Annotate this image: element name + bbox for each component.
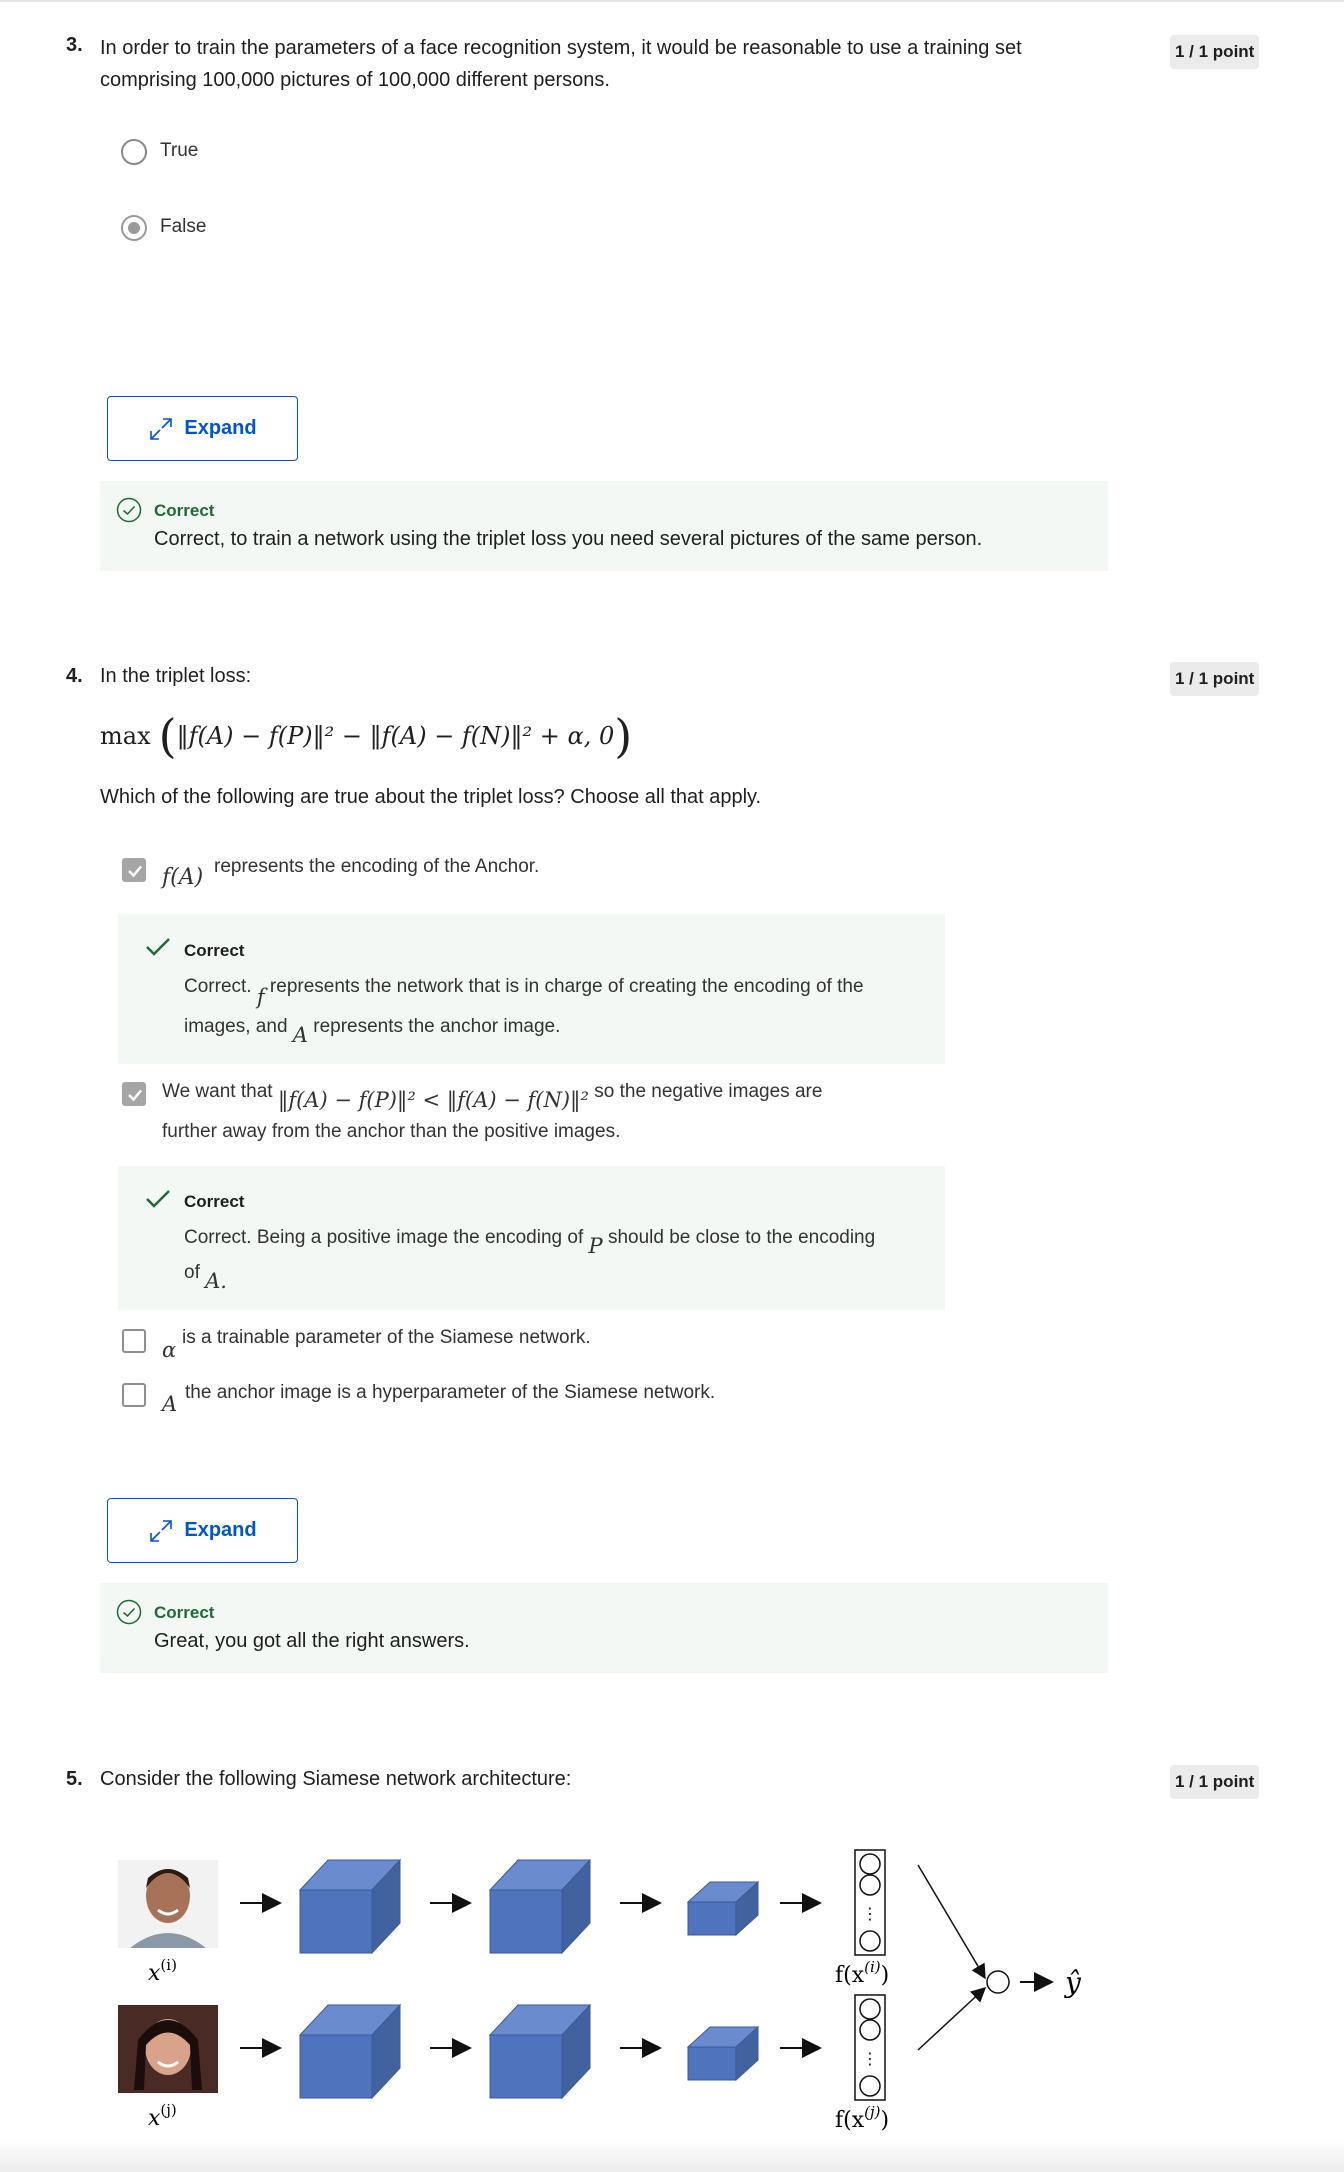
radio-false[interactable] bbox=[121, 215, 147, 241]
choice-math: f(A) bbox=[162, 865, 204, 890]
face-photo-input-j bbox=[118, 2005, 218, 2093]
connection-line bbox=[917, 1864, 986, 1980]
conv-layer-cube bbox=[686, 1880, 760, 1937]
feedback-title: Correct bbox=[154, 501, 215, 520]
checkbox-choice-1[interactable] bbox=[122, 858, 146, 882]
feedback-panel bbox=[100, 1583, 1108, 1673]
question-instruction: Which of the following are true about th… bbox=[100, 786, 762, 808]
choice-feedback-math-P: P bbox=[588, 1234, 603, 1258]
connection-line bbox=[917, 1986, 987, 2051]
checkmark-icon bbox=[128, 1089, 142, 1102]
choice-feedback-text: Correct. f represents the network that i… bbox=[184, 964, 864, 1009]
choice-feedback-text-mid: represents the network that is in charge… bbox=[269, 976, 864, 997]
choice-feedback-text-line2: of A. bbox=[184, 1250, 227, 1294]
formula-paren-left: ( bbox=[158, 709, 177, 763]
bottom-fade bbox=[0, 2140, 1344, 2172]
question-text-line: comprising 100,000 pictures of 100,000 d… bbox=[100, 69, 610, 91]
choice-feedback-title: Correct bbox=[184, 1192, 245, 1211]
output-label: ŷ bbox=[1063, 1966, 1082, 1999]
input-label-j: x(j) bbox=[148, 2101, 177, 2131]
feedback-text: Great, you got all the right answers. bbox=[154, 1630, 470, 1652]
choice-feedback-text: Correct. Being a positive image the enco… bbox=[184, 1215, 875, 1259]
choice-feedback-text-of: of bbox=[184, 1262, 200, 1283]
formula-body: ‖f(A) − f(P)‖² − ‖f(A) − f(N)‖² + α, 0 bbox=[176, 722, 615, 750]
feedback-panel bbox=[100, 481, 1108, 571]
expand-button[interactable]: Expand bbox=[107, 1498, 298, 1563]
choice-feedback-text-line2: images, and A represents the anchor imag… bbox=[184, 1004, 560, 1048]
formula-max: max bbox=[100, 722, 151, 750]
choice-text-post: so the negative images are bbox=[594, 1081, 823, 1102]
choice-feedback-text-b: represents the anchor image. bbox=[313, 1016, 561, 1037]
choice-feedback-math-A: A. bbox=[205, 1269, 227, 1293]
encoding-label-i: f(x(i)) bbox=[835, 1958, 889, 1988]
question-text-line: In order to train the parameters of a fa… bbox=[100, 37, 1022, 59]
svg-text:⋮: ⋮ bbox=[862, 1904, 878, 1923]
choice-feedback-text-post: should be close to the encoding bbox=[607, 1227, 876, 1248]
choice-text: represents the encoding of the Anchor. bbox=[214, 856, 540, 877]
option-label: False bbox=[160, 216, 207, 237]
choice-feedback-text-a: images, and bbox=[184, 1016, 288, 1037]
question-number: 4. bbox=[66, 665, 83, 687]
feedback-title: Correct bbox=[154, 1603, 215, 1622]
choice-text-pre: We want that bbox=[162, 1081, 273, 1102]
choice-text-line2: further away from the anchor than the po… bbox=[162, 1121, 621, 1142]
conv-layer-cube bbox=[298, 1858, 402, 1955]
input-label-i: x(i) bbox=[148, 1956, 177, 1986]
choice-text: We want that ‖f(A) − f(P)‖² < ‖f(A) − f(… bbox=[162, 1076, 823, 1112]
choice-feedback-title: Correct bbox=[184, 941, 245, 960]
encoding-vector-j: ⋮ bbox=[854, 1994, 886, 2101]
checkmark-icon bbox=[128, 865, 142, 878]
choice-feedback-math-A: A bbox=[292, 1023, 308, 1047]
conv-layer-cube bbox=[686, 2025, 760, 2082]
score-badge: 1 / 1 point bbox=[1170, 1765, 1260, 1799]
check-icon bbox=[146, 938, 170, 956]
checkbox-choice-3[interactable] bbox=[122, 1329, 146, 1353]
score-badge: 1 / 1 point bbox=[1170, 35, 1260, 69]
choice-feedback-text-pre: Correct. bbox=[184, 976, 252, 997]
choice-text: is a trainable parameter of the Siamese … bbox=[182, 1327, 591, 1348]
expand-label: Expand bbox=[184, 417, 257, 439]
radio-true[interactable] bbox=[121, 139, 147, 165]
checkbox-choice-2[interactable] bbox=[122, 1082, 146, 1106]
choice-feedback-text-pre: Correct. Being a positive image the enco… bbox=[184, 1227, 584, 1248]
output-node bbox=[986, 1970, 1010, 1994]
question-text: In order to train the parameters of a fa… bbox=[100, 32, 1022, 96]
siamese-network-diagram: x(i) x(j) ⋮ ⋮ f(x(i)) f(x(j)) ŷ bbox=[118, 1849, 1082, 2133]
expand-button[interactable]: Expand bbox=[107, 396, 298, 461]
question-number: 5. bbox=[66, 1768, 83, 1790]
formula-paren-right: ) bbox=[614, 709, 633, 763]
question-number: 3. bbox=[66, 34, 83, 56]
score-badge: 1 / 1 point bbox=[1170, 662, 1260, 696]
conv-layer-cube bbox=[488, 1858, 592, 1955]
choice-math: ‖f(A) − f(P)‖² < ‖f(A) − f(N)‖² bbox=[277, 1088, 589, 1112]
encoding-label-j: f(x(j)) bbox=[835, 2103, 889, 2133]
check-circle-icon bbox=[116, 497, 142, 523]
expand-arrows-icon bbox=[150, 417, 173, 440]
expand-arrows-icon bbox=[150, 1519, 173, 1542]
question-text: Consider the following Siamese network a… bbox=[100, 1768, 572, 1790]
conv-layer-cube bbox=[488, 2003, 592, 2100]
option-label: True bbox=[160, 140, 199, 161]
encoding-vector-i: ⋮ bbox=[854, 1849, 886, 1956]
face-photo-input-i bbox=[118, 1860, 218, 1948]
top-divider bbox=[0, 0, 1344, 2]
choice-text: the anchor image is a hyperparameter of … bbox=[185, 1382, 716, 1403]
check-circle-icon bbox=[116, 1599, 142, 1625]
svg-text:⋮: ⋮ bbox=[862, 2049, 878, 2068]
expand-label: Expand bbox=[184, 1519, 257, 1541]
feedback-text: Correct, to train a network using the tr… bbox=[154, 528, 983, 550]
triplet-loss-formula: max ( ‖f(A) − f(P)‖² − ‖f(A) − f(N)‖² + … bbox=[100, 706, 632, 766]
choice-math: α bbox=[162, 1338, 177, 1362]
checkbox-choice-4[interactable] bbox=[122, 1383, 146, 1407]
choice-math: A bbox=[162, 1392, 178, 1416]
question-text: In the triplet loss: bbox=[100, 665, 252, 687]
conv-layer-cube bbox=[298, 2003, 402, 2100]
check-icon bbox=[146, 1190, 170, 1208]
